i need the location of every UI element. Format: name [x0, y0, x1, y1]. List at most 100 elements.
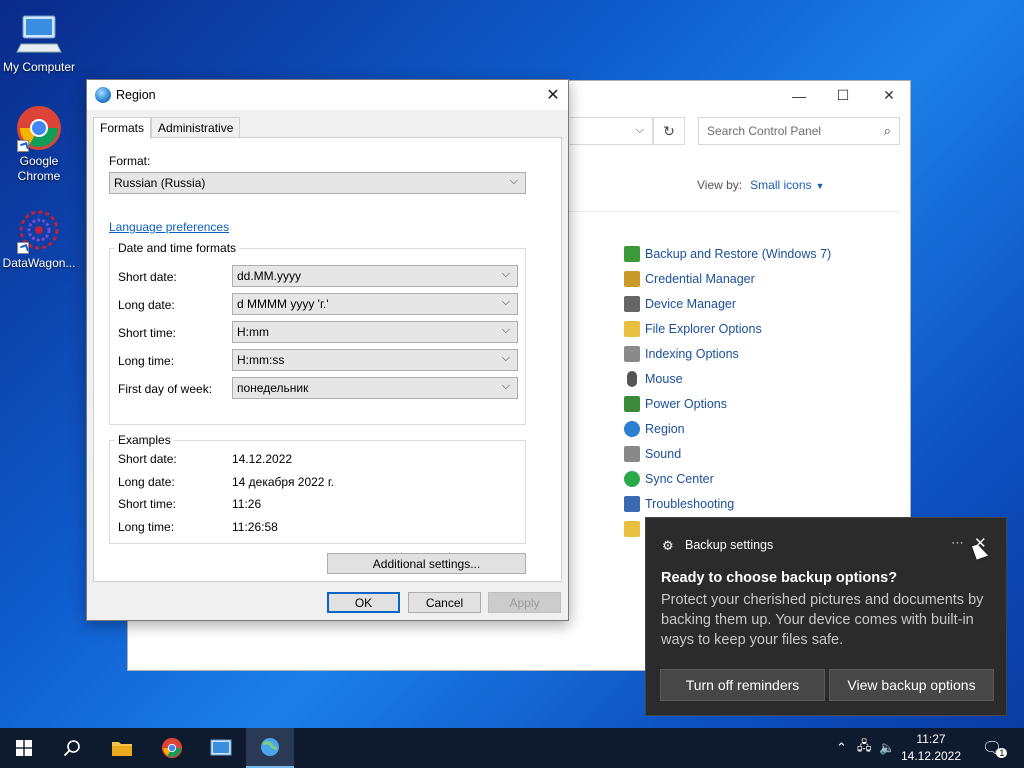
search-button[interactable]: [48, 728, 96, 768]
first-day-select[interactable]: понедельник ⌵: [232, 377, 518, 399]
cp-item-region[interactable]: Region: [624, 416, 831, 441]
view-backup-options-button[interactable]: View backup options: [829, 669, 994, 701]
clock-time: 11:27: [916, 732, 946, 746]
power-icon: [624, 395, 640, 412]
long-time-select[interactable]: H:mm:ss ⌵: [232, 349, 518, 371]
view-by: View by: Small icons ▼: [697, 178, 824, 192]
search-icon: [63, 740, 80, 757]
address-bar[interactable]: ⌵: [569, 117, 653, 145]
region-title-bar[interactable]: Region ✕: [87, 80, 568, 110]
chevron-down-icon: ⌵: [501, 352, 510, 364]
taskbar-control-panel[interactable]: [197, 728, 245, 768]
cancel-button[interactable]: Cancel: [408, 592, 481, 613]
troubleshoot-icon: [624, 495, 640, 512]
desktop-icon-label: Google Chrome: [17, 154, 61, 183]
action-center-button[interactable]: 🗨 1: [982, 728, 1008, 768]
search-icon[interactable]: ⌕: [884, 123, 891, 139]
close-icon[interactable]: ✕: [538, 80, 568, 110]
close-button[interactable]: ✕: [866, 81, 912, 110]
sync-icon: [624, 470, 640, 487]
toast-body: Protect your cherished pictures and docu…: [661, 592, 984, 648]
clock-date: 14.12.2022: [900, 749, 962, 763]
cp-item-credential-manager[interactable]: Credential Manager: [624, 266, 831, 291]
format-select[interactable]: Russian (Russia) ⌵: [109, 172, 526, 194]
desktop-icon-my-computer[interactable]: My Computer: [0, 10, 78, 75]
format-label: Format:: [109, 154, 151, 168]
short-time-select[interactable]: H:mm ⌵: [232, 321, 518, 343]
chevron-down-icon: ⌵: [501, 324, 510, 336]
taskbar-chrome[interactable]: [148, 728, 196, 768]
desktop-icon-google-chrome[interactable]: Google Chrome: [0, 104, 78, 184]
cp-item-indexing-options[interactable]: Indexing Options: [624, 341, 831, 366]
cp-item-mouse[interactable]: Mouse: [624, 366, 831, 391]
taskbar-region[interactable]: [246, 728, 294, 768]
indexing-icon: [624, 345, 640, 362]
cp-item-backup-restore[interactable]: Backup and Restore (Windows 7): [624, 241, 831, 266]
view-by-label: View by:: [697, 178, 743, 192]
control-panel-icon: [210, 739, 232, 756]
search-input[interactable]: Search Control Panel ⌕: [698, 117, 900, 145]
language-preferences-link[interactable]: Language preferences: [109, 220, 229, 234]
cp-item-troubleshooting[interactable]: Troubleshooting: [624, 491, 831, 516]
example-short-time-label: Short time:: [118, 497, 177, 511]
system-tray: ⌃ 🖧 🔈: [836, 728, 896, 768]
more-options-icon[interactable]: ⋯: [951, 535, 965, 551]
dialog-title: Region: [116, 88, 156, 102]
chevron-down-icon: ⌵: [501, 268, 510, 280]
turn-off-reminders-button[interactable]: Turn off reminders: [660, 669, 825, 701]
volume-icon[interactable]: 🔈: [879, 740, 895, 756]
example-short-date-label: Short date:: [118, 452, 177, 466]
backup-icon: [624, 245, 640, 262]
windows-icon: [16, 740, 32, 756]
view-by-dropdown[interactable]: Small icons: [750, 178, 811, 192]
formats-panel: Format: Russian (Russia) ⌵ Language prefe…: [93, 137, 562, 582]
globe-icon: [624, 420, 640, 437]
first-day-label: First day of week:: [118, 382, 213, 396]
refresh-button[interactable]: ↻: [653, 117, 685, 145]
taskbar-file-explorer[interactable]: [98, 728, 146, 768]
computer-icon: [15, 10, 63, 58]
globe-icon: [95, 87, 111, 103]
example-long-date-value: 14 декабря 2022 г.: [232, 475, 335, 489]
desktop-icon-datawagon[interactable]: DataWagon...: [0, 206, 78, 271]
backup-notification-toast[interactable]: ⚙ Backup settings ⋯ ✕ Ready to choose ba…: [645, 517, 1007, 716]
example-short-date-value: 14.12.2022: [232, 452, 293, 466]
start-button[interactable]: [0, 728, 48, 768]
caret-down-icon[interactable]: ▼: [816, 181, 825, 191]
clock[interactable]: 11:27 14.12.2022: [900, 731, 962, 765]
notification-count: 1: [996, 748, 1008, 758]
chevron-up-icon[interactable]: ⌃: [836, 740, 847, 756]
cp-item-sound[interactable]: Sound: [624, 441, 831, 466]
chevron-down-icon[interactable]: ⌵: [636, 124, 644, 137]
short-date-select[interactable]: dd.MM.yyyy ⌵: [232, 265, 518, 287]
tab-strip: Formats Administrative: [93, 117, 241, 139]
short-date-label: Short date:: [118, 270, 177, 284]
datetime-formats-group: Date and time formats Short date: dd.MM.…: [109, 241, 526, 425]
maximize-button[interactable]: ☐: [820, 81, 866, 110]
example-long-time-label: Long time:: [118, 520, 175, 534]
long-date-select[interactable]: d MMMM yyyy 'г.' ⌵: [232, 293, 518, 315]
tab-formats[interactable]: Formats: [93, 117, 152, 139]
folder-options-icon: [624, 320, 640, 337]
control-panel-items: Backup and Restore (Windows 7) Credentia…: [624, 241, 831, 541]
divider: [569, 211, 899, 212]
minimize-button[interactable]: —: [776, 81, 822, 110]
region-dialog[interactable]: Region ✕ Formats Administrative Format: …: [86, 79, 569, 621]
long-date-label: Long date:: [118, 298, 175, 312]
taskbar: ⌃ 🖧 🔈 11:27 14.12.2022 🗨 1: [0, 728, 1024, 768]
shortcut-arrow-icon: [17, 140, 29, 152]
tab-administrative[interactable]: Administrative: [151, 117, 241, 138]
apply-button[interactable]: Apply: [488, 592, 561, 613]
ok-button[interactable]: OK: [327, 592, 400, 613]
desktop-icon-label: DataWagon...: [2, 256, 76, 270]
cp-item-power-options[interactable]: Power Options: [624, 391, 831, 416]
cp-item-file-explorer-options[interactable]: File Explorer Options: [624, 316, 831, 341]
group-title: Date and time formats: [115, 241, 240, 255]
cp-item-sync-center[interactable]: Sync Center: [624, 466, 831, 491]
datawagon-icon: [15, 206, 63, 254]
cp-item-device-manager[interactable]: Device Manager: [624, 291, 831, 316]
chrome-icon: [161, 737, 183, 759]
additional-settings-button[interactable]: Additional settings...: [327, 553, 526, 574]
desktop-icon-label: My Computer: [2, 60, 76, 74]
network-icon[interactable]: 🖧: [857, 737, 872, 759]
